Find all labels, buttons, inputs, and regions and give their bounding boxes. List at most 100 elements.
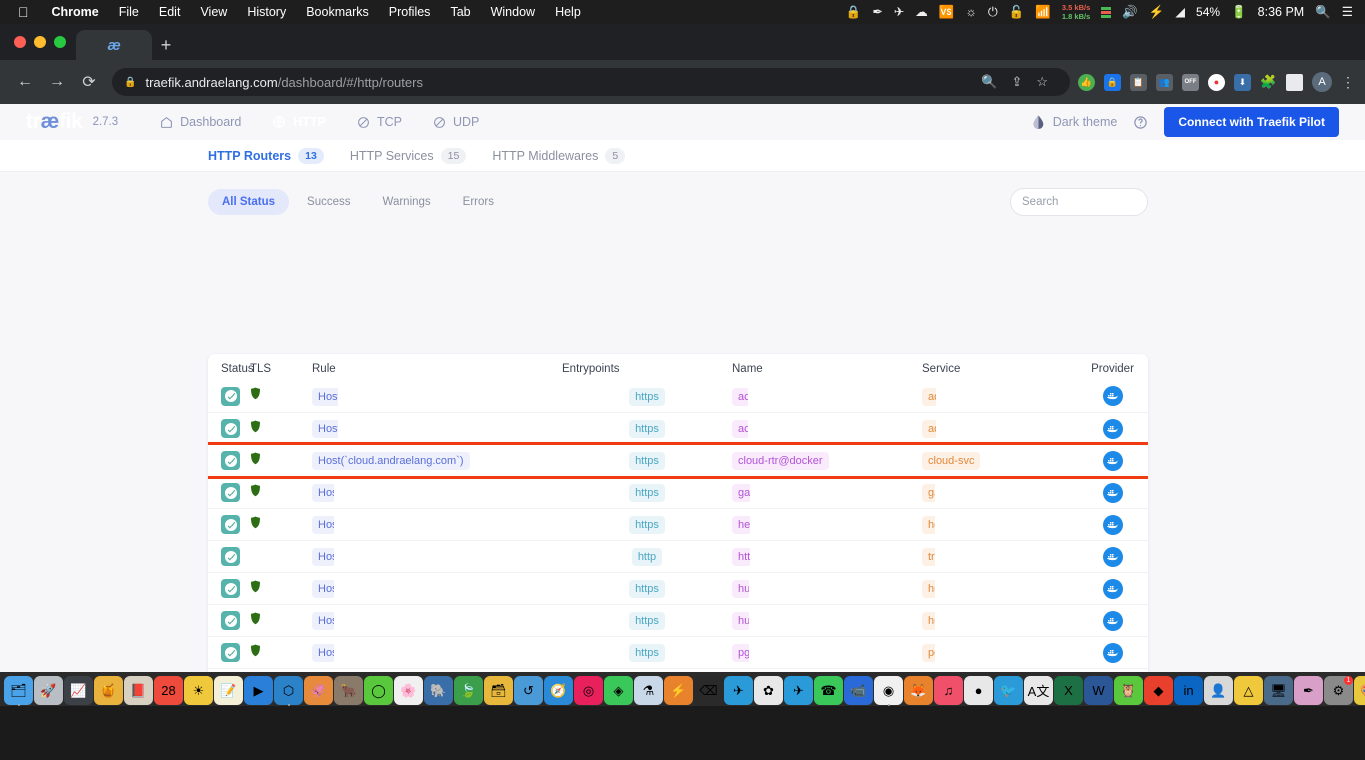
rule-badge[interactable]: Host(`cloud.andraelang.com`) — [312, 452, 470, 470]
table-row[interactable]: Host https gajiga — [208, 476, 1148, 508]
new-tab-button[interactable]: + — [152, 30, 180, 60]
menu-item-help[interactable]: Help — [545, 5, 591, 19]
back-arrow-icon[interactable]: ← — [10, 67, 40, 97]
tab-http-middlewares[interactable]: HTTP Middlewares 5 — [492, 140, 626, 172]
table-row[interactable]: Host https hughu — [208, 572, 1148, 604]
feather-icon[interactable]: ✒ — [872, 6, 882, 19]
dock-item-sync[interactable]: ↺ — [514, 676, 543, 705]
dark-theme-toggle[interactable]: Dark theme — [1032, 115, 1117, 129]
filter-success[interactable]: Success — [293, 189, 364, 215]
text-box-icon[interactable]: 🆚 — [939, 6, 955, 19]
spotlight-search-icon[interactable]: 🔍 — [1315, 6, 1331, 19]
dock-item-vscode[interactable]: ⬡ — [274, 676, 303, 706]
dock-item-calendar[interactable]: 28 — [154, 676, 183, 705]
dock-item-telegram-alt[interactable]: ✈ — [724, 676, 753, 705]
apple-logo-icon[interactable]:  — [8, 5, 42, 19]
filter-all-status[interactable]: All Status — [208, 189, 290, 215]
dock-item-weather[interactable]: ☀ — [184, 676, 213, 705]
nav-item-http[interactable]: HTTP — [258, 104, 340, 140]
dock-item-stickies[interactable]: 📝 — [214, 676, 243, 705]
gear-sun-icon[interactable]: ☼ — [965, 6, 976, 19]
table-row[interactable]: Host(`cloud.andraelang.com`) https cloud-r… — [208, 442, 1148, 479]
tab-http-routers[interactable]: HTTP Routers 13 — [208, 140, 324, 172]
cloud-check-icon[interactable]: ☁ — [915, 6, 928, 19]
dock-item-postgres[interactable]: 🐘 — [424, 676, 453, 705]
nav-item-udp[interactable]: UDP — [419, 104, 493, 140]
menu-item-view[interactable]: View — [190, 5, 237, 19]
thumbs-up-extension-icon[interactable]: 👍 — [1078, 73, 1095, 91]
nav-item-tcp[interactable]: TCP — [343, 104, 416, 140]
dock-item-contacts[interactable]: 👤 — [1204, 676, 1233, 705]
bookmark-star-icon[interactable]: ☆ — [1036, 74, 1048, 90]
filter-errors[interactable]: Errors — [449, 189, 508, 215]
forward-arrow-icon[interactable]: → — [42, 67, 72, 97]
side-panel-icon[interactable] — [1286, 73, 1303, 91]
search-input[interactable] — [1022, 196, 1176, 208]
dock-item-redis[interactable]: ◆ — [1144, 676, 1173, 705]
tab-http-services[interactable]: HTTP Services 15 — [350, 140, 467, 172]
traefik-logo[interactable]: træfik — [26, 110, 83, 134]
menu-item-edit[interactable]: Edit — [149, 5, 191, 19]
dock-item-system-preferences[interactable]: ⚙ 1 — [1324, 676, 1353, 705]
connect-traefik-pilot-button[interactable]: Connect with Traefik Pilot — [1164, 107, 1339, 137]
dock-item-music[interactable]: ♫ — [934, 676, 963, 705]
dock-item-feather[interactable]: ✒ — [1294, 676, 1323, 705]
dock-item-zoom[interactable]: 📹 — [844, 676, 873, 705]
zoom-out-icon[interactable]: 🔍 — [981, 74, 997, 90]
power-icon[interactable]: ⏻ — [988, 6, 998, 19]
dock-item-photos[interactable]: 🌸 — [394, 676, 423, 705]
users-extension-icon[interactable]: 👥 — [1156, 73, 1173, 91]
table-row[interactable]: Host http http tr — [208, 540, 1148, 572]
download-extension-icon[interactable]: ⬇ — [1234, 73, 1251, 91]
telegram-icon[interactable]: ✈ — [894, 6, 904, 19]
dock-item-evernote[interactable]: ◈ — [604, 676, 633, 705]
kebab-menu-icon[interactable]: ⋮ — [1341, 74, 1355, 91]
search-box[interactable] — [1010, 188, 1176, 216]
dock-item-notes[interactable]: 📕 — [124, 676, 153, 705]
record-extension-icon[interactable]: ● — [1208, 73, 1225, 91]
dock-item-gitkraken[interactable]: 🦑 — [304, 676, 333, 705]
minimize-window-button[interactable] — [34, 36, 46, 48]
privacy-lock-icon[interactable]: 🔓 — [1009, 6, 1025, 19]
table-row[interactable]: Host(` https ac ad — [208, 380, 1148, 412]
dock-item-sublime[interactable]: ⚡ — [664, 676, 693, 705]
password-manager-extension-icon[interactable]: 🔒 — [1104, 73, 1121, 91]
off-toggle-extension-icon[interactable]: OFF — [1182, 73, 1199, 91]
clipboard-extension-icon[interactable]: 📋 — [1130, 73, 1147, 91]
dock-item-twitter[interactable]: 🐦 — [994, 676, 1023, 705]
dock-item-loop[interactable]: ◯ — [364, 676, 393, 705]
volume-icon[interactable]: 🔊 — [1122, 6, 1138, 19]
filter-warnings[interactable]: Warnings — [369, 189, 445, 215]
dock-item-target[interactable]: ◎ — [574, 676, 603, 705]
maximize-window-button[interactable] — [54, 36, 66, 48]
menu-item-profiles[interactable]: Profiles — [379, 5, 441, 19]
question-circle-icon[interactable] — [1133, 115, 1148, 130]
menu-item-tab[interactable]: Tab — [440, 5, 480, 19]
menu-bar-clock[interactable]: 8:36 PM — [1258, 5, 1305, 19]
dock-item-paint[interactable]: 🎨 — [1354, 676, 1365, 705]
dock-item-database[interactable]: 🗃 — [484, 676, 513, 705]
avatar[interactable]: A — [1312, 72, 1332, 92]
table-row[interactable]: Host https hughu — [208, 604, 1148, 636]
browser-tab-active[interactable]: æ — [76, 30, 152, 60]
dock-item-terminal[interactable]: ⌫ — [694, 676, 723, 705]
dock-item-duolingo[interactable]: 🦉 — [1114, 676, 1143, 705]
dock-item-finder[interactable]: 🗂 — [4, 676, 33, 706]
dock-item-telegram[interactable]: ✈ — [784, 676, 813, 705]
table-row[interactable]: Host https hellhe — [208, 508, 1148, 540]
dock-item-gnu[interactable]: 🐂 — [334, 676, 363, 705]
dock-item-safari[interactable]: 🧭 — [544, 676, 573, 705]
menu-item-chrome[interactable]: Chrome — [42, 5, 109, 19]
table-row[interactable]: Host(` https ac ad — [208, 412, 1148, 444]
menu-item-file[interactable]: File — [109, 5, 149, 19]
control-center-icon[interactable]: ☰ — [1342, 6, 1353, 19]
menu-item-window[interactable]: Window — [481, 5, 545, 19]
lock-icon[interactable]: 🔒 — [846, 6, 862, 19]
nav-item-dashboard[interactable]: Dashboard — [146, 104, 255, 140]
dock-item-honey[interactable]: 🍯 — [94, 676, 123, 705]
dock-item-word[interactable]: W — [1084, 676, 1113, 705]
menu-item-history[interactable]: History — [237, 5, 296, 19]
share-icon[interactable]: ⇪ — [1011, 74, 1022, 90]
dock-item-excel[interactable]: X — [1054, 676, 1083, 705]
dock-item-slack[interactable]: ✿ — [754, 676, 783, 705]
